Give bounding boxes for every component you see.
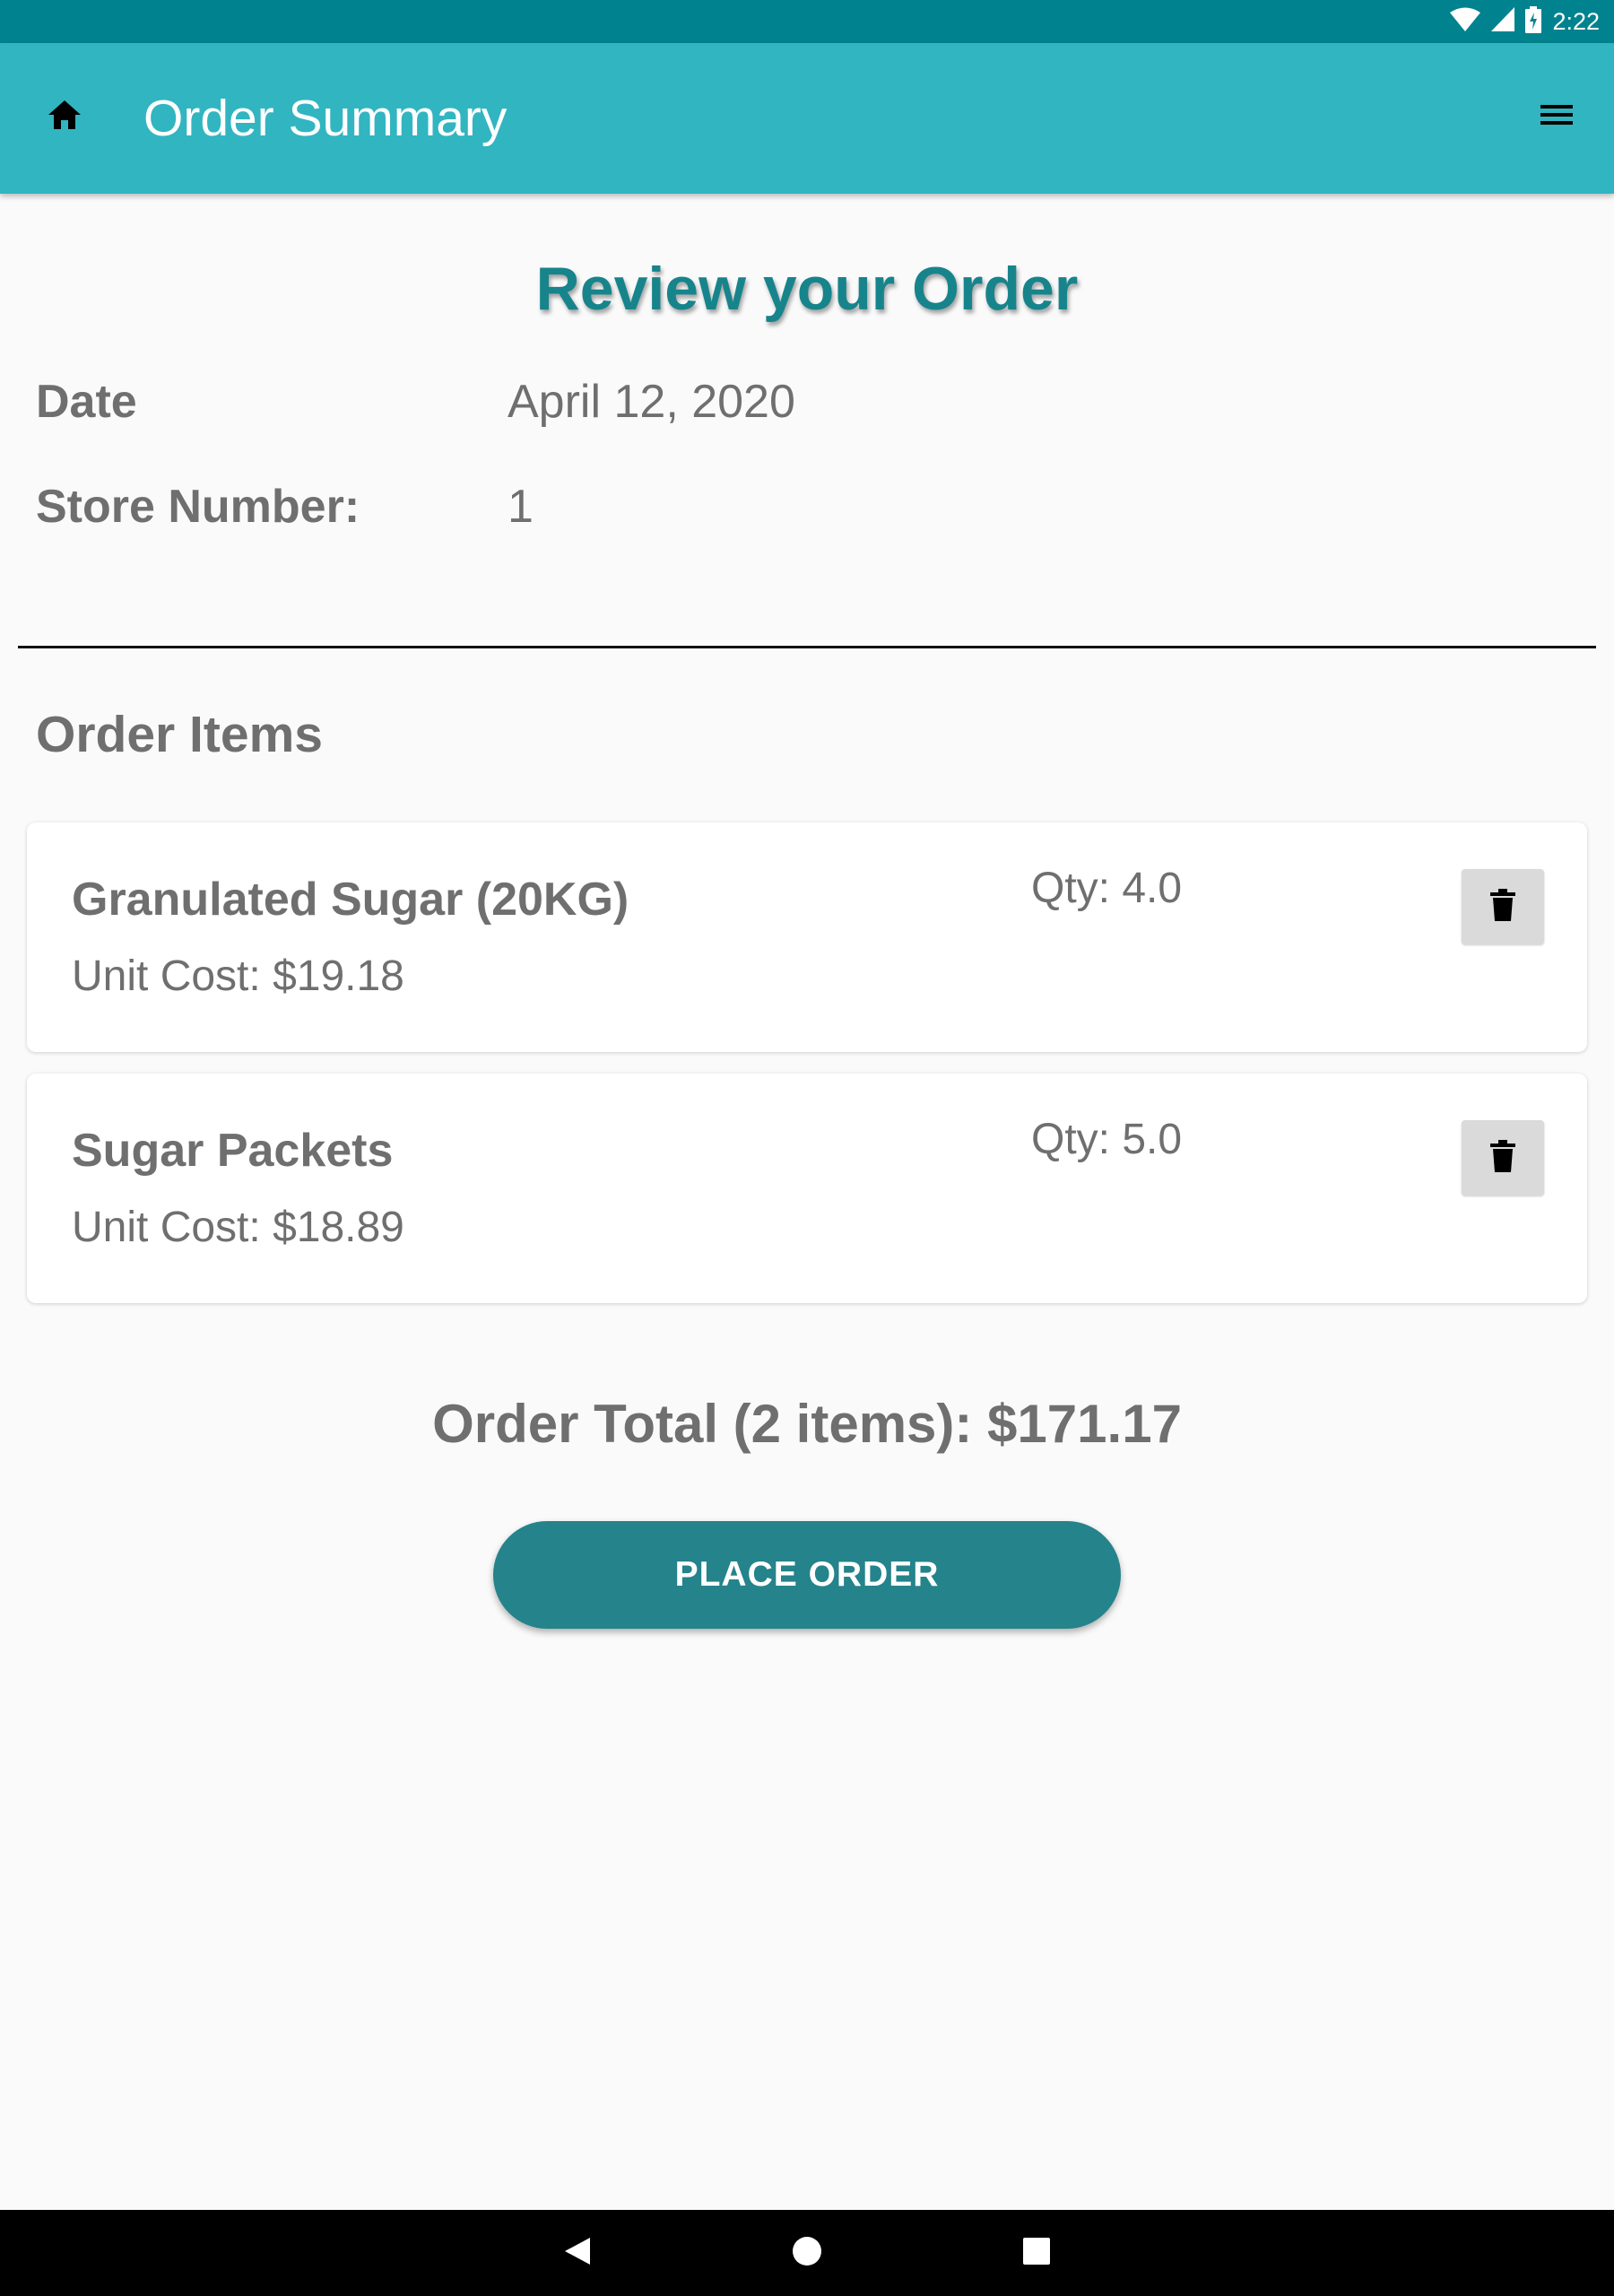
item-name: Granulated Sugar (20KG) (72, 874, 629, 926)
status-bar: 2:22 (0, 0, 1614, 43)
item-unit-cost: Unit Cost: $19.18 (72, 952, 404, 1000)
menu-button[interactable] (1524, 88, 1589, 145)
trash-icon (1490, 1139, 1515, 1177)
home-icon (47, 99, 82, 135)
status-time: 2:22 (1552, 7, 1600, 35)
delete-item-button[interactable] (1462, 869, 1544, 944)
item-quantity: Qty: 4.0 (1031, 865, 1183, 912)
order-item-card: Sugar Packets Unit Cost: $18.89 Qty: 5.0 (27, 1074, 1587, 1303)
home-button[interactable] (36, 88, 93, 145)
navigation-bar (0, 2210, 1614, 2296)
status-icons: 2:22 (1450, 0, 1600, 43)
wifi-icon (1450, 7, 1481, 37)
recents-button[interactable] (1010, 2226, 1063, 2280)
recents-icon (1023, 2237, 1050, 2269)
date-value: April 12, 2020 (508, 376, 795, 428)
divider (18, 646, 1596, 648)
item-name: Sugar Packets (72, 1125, 394, 1177)
item-unit-cost: Unit Cost: $18.89 (72, 1204, 404, 1251)
order-total: Order Total (2 items): $171.17 (432, 1394, 1182, 1454)
place-order-button[interactable]: PLACE ORDER (493, 1521, 1121, 1629)
home-circle-icon (792, 2236, 822, 2271)
order-item-card: Granulated Sugar (20KG) Unit Cost: $19.1… (27, 822, 1587, 1052)
order-items-title: Order Items (36, 706, 323, 763)
battery-charging-icon (1525, 5, 1542, 38)
menu-icon (1539, 101, 1575, 133)
delete-item-button[interactable] (1462, 1120, 1544, 1196)
home-nav-button[interactable] (780, 2226, 834, 2280)
app-title: Order Summary (143, 90, 508, 147)
item-quantity: Qty: 5.0 (1031, 1116, 1183, 1163)
back-button[interactable] (551, 2226, 604, 2280)
cellular-signal-icon (1491, 6, 1515, 37)
back-icon (563, 2236, 592, 2271)
store-number-value: 1 (508, 481, 534, 533)
review-title: Review your Order (535, 255, 1079, 323)
store-number-label: Store Number: (36, 481, 360, 533)
app-bar: Order Summary (0, 43, 1614, 194)
trash-icon (1490, 888, 1515, 926)
date-label: Date (36, 376, 137, 428)
